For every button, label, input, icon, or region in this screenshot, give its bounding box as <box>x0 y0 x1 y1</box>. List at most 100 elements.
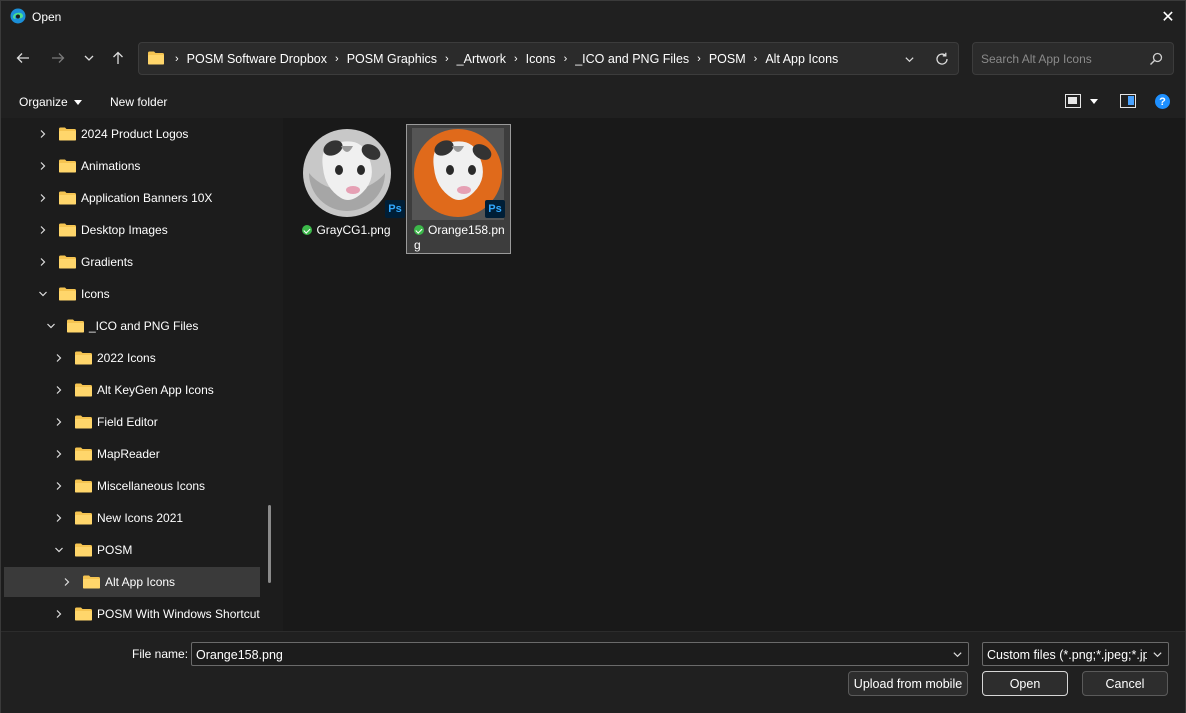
chevron-down-icon <box>84 55 94 61</box>
breadcrumb-separator[interactable]: › <box>510 53 522 65</box>
folder-icon <box>59 223 76 237</box>
view-options-caret-icon[interactable] <box>1090 99 1098 104</box>
breadcrumb-separator[interactable]: › <box>441 53 453 65</box>
sidebar-item[interactable]: _ICO and PNG Files <box>4 311 260 341</box>
help-button[interactable]: ? <box>1155 94 1170 109</box>
sidebar-item[interactable]: Alt KeyGen App Icons <box>4 375 260 405</box>
breadcrumb-item[interactable]: Icons <box>522 52 560 66</box>
folder-icon <box>75 543 92 557</box>
sidebar-item[interactable]: POSM With Windows Shortcut <box>4 599 260 629</box>
sidebar-item-label: Field Editor <box>97 415 158 429</box>
edge-browser-icon <box>10 8 26 24</box>
sidebar-item[interactable]: POSM <box>4 535 260 565</box>
breadcrumb-separator[interactable]: › <box>750 53 762 65</box>
folder-icon <box>75 511 92 525</box>
folder-icon <box>59 159 76 173</box>
search-input[interactable]: Search Alt App Icons <box>972 42 1174 75</box>
address-bar[interactable]: › POSM Software Dropbox › POSM Graphics … <box>138 42 959 75</box>
chevron-right-icon[interactable] <box>54 417 64 427</box>
sidebar-item-label: Miscellaneous Icons <box>97 479 206 493</box>
breadcrumb-item[interactable]: Alt App Icons <box>761 52 842 66</box>
navigation-pane-scrollbar[interactable] <box>268 505 271 583</box>
file-item-selected[interactable]: Ps Orange158.png <box>406 124 511 254</box>
sidebar-item-label: POSM With Windows Shortcut <box>97 607 260 621</box>
sidebar-item[interactable]: Application Banners 10X <box>4 183 260 213</box>
refresh-button[interactable] <box>932 49 952 69</box>
photoshop-badge-icon: Ps <box>485 200 505 218</box>
breadcrumb-item[interactable]: POSM Software Dropbox <box>183 52 331 66</box>
sidebar-item-label: Animations <box>81 159 141 173</box>
new-folder-button[interactable]: New folder <box>110 95 167 109</box>
chevron-right-icon[interactable] <box>54 513 64 523</box>
open-dialog: Open ✕ › POSM Software Dropbox › POSM Gr… <box>0 0 1186 713</box>
breadcrumb: › POSM Software Dropbox › POSM Graphics … <box>171 52 842 66</box>
sidebar-item[interactable]: Alt App Icons <box>4 567 260 597</box>
sidebar-item[interactable]: Field Editor <box>4 407 260 437</box>
sidebar-item[interactable]: 2022 Icons <box>4 343 260 373</box>
forward-button[interactable] <box>46 46 70 70</box>
cancel-button[interactable]: Cancel <box>1082 671 1168 696</box>
up-button[interactable] <box>106 46 130 70</box>
sidebar-item-label: Icons <box>81 287 110 301</box>
sidebar-item[interactable]: Animations <box>4 151 260 181</box>
close-button[interactable]: ✕ <box>1151 1 1185 33</box>
file-name-text: Orange158.png <box>414 223 505 252</box>
preview-pane-button[interactable] <box>1120 94 1136 108</box>
sidebar-item[interactable]: New Icons 2021 <box>4 503 260 533</box>
chevron-right-icon[interactable] <box>38 161 48 171</box>
chevron-right-icon[interactable] <box>38 193 48 203</box>
file-type-dropdown[interactable] <box>1150 647 1164 661</box>
breadcrumb-separator[interactable]: › <box>331 53 343 65</box>
file-name-value: Orange158.png <box>196 648 283 662</box>
address-history-button[interactable] <box>901 51 917 67</box>
chevron-right-icon[interactable] <box>54 481 64 491</box>
file-name: GrayCG1.png <box>295 223 398 238</box>
breadcrumb-item[interactable]: POSM Graphics <box>343 52 441 66</box>
sidebar-item[interactable]: 2024 Product Logos <box>4 119 260 149</box>
sidebar-item[interactable]: Desktop Images <box>4 215 260 245</box>
chevron-down-icon[interactable] <box>38 289 48 299</box>
chevron-right-icon[interactable] <box>54 449 64 459</box>
breadcrumb-separator: › <box>175 53 179 65</box>
file-name-history-button[interactable] <box>950 647 964 661</box>
chevron-right-icon[interactable] <box>54 385 64 395</box>
file-list: Ps GrayCG1.png Ps Orange158.png <box>283 118 1185 631</box>
chevron-right-icon[interactable] <box>54 609 64 619</box>
synced-check-icon <box>414 225 424 235</box>
back-button[interactable] <box>11 46 35 70</box>
chevron-down-icon[interactable] <box>54 545 64 555</box>
recent-locations-button[interactable] <box>77 46 101 70</box>
title-bar: Open ✕ <box>1 1 1185 33</box>
chevron-right-icon[interactable] <box>54 353 64 363</box>
opossum-thumbnail-icon <box>303 129 391 217</box>
file-name-label: File name: <box>132 647 189 661</box>
chevron-right-icon[interactable] <box>38 225 48 235</box>
sidebar-item-label: Gradients <box>81 255 134 269</box>
chevron-right-icon[interactable] <box>38 257 48 267</box>
breadcrumb-item[interactable]: _Artwork <box>453 52 510 66</box>
file-item[interactable]: Ps GrayCG1.png <box>295 125 405 255</box>
chevron-right-icon[interactable] <box>62 577 72 587</box>
chevron-right-icon[interactable] <box>38 129 48 139</box>
upload-from-mobile-button[interactable]: Upload from mobile <box>848 671 968 696</box>
preview-pane-icon <box>1128 96 1134 105</box>
synced-check-icon <box>302 225 313 235</box>
file-name: Orange158.png <box>412 223 506 253</box>
sidebar-item[interactable]: MapReader <box>4 439 260 469</box>
folder-icon <box>59 127 76 141</box>
breadcrumb-separator[interactable]: › <box>560 53 572 65</box>
sidebar-item[interactable]: Icons <box>4 279 260 309</box>
chevron-down-icon[interactable] <box>46 321 56 331</box>
organize-menu[interactable]: Organize <box>19 95 82 109</box>
organize-label: Organize <box>19 95 68 109</box>
breadcrumb-separator[interactable]: › <box>693 53 705 65</box>
breadcrumb-item[interactable]: _ICO and PNG Files <box>571 52 693 66</box>
breadcrumb-item[interactable]: POSM <box>705 52 750 66</box>
change-view-button[interactable] <box>1065 94 1081 108</box>
search-placeholder: Search Alt App Icons <box>981 52 1092 66</box>
file-name-input[interactable]: Orange158.png <box>191 642 969 666</box>
sidebar-item[interactable]: Miscellaneous Icons <box>4 471 260 501</box>
file-type-select[interactable]: Custom files (*.png;*.jpeg;*.jpg <box>982 642 1169 666</box>
sidebar-item[interactable]: Gradients <box>4 247 260 277</box>
open-button[interactable]: Open <box>982 671 1068 696</box>
